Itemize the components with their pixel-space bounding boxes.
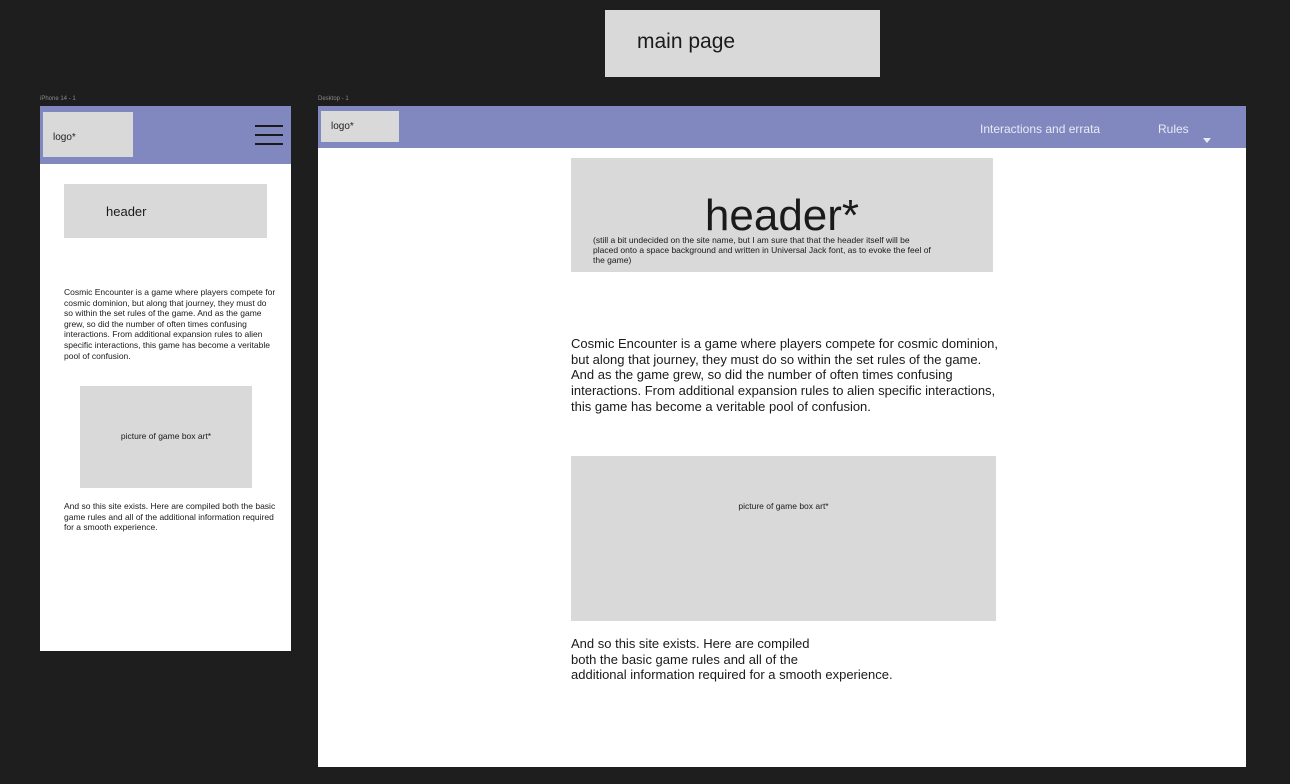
desktop-header-title: header* [704, 191, 860, 240]
desktop-box-art-label: picture of game box art* [738, 501, 829, 511]
phone-intro-text: Cosmic Encounter is a game where players… [64, 287, 276, 361]
phone-frame-label[interactable]: iPhone 14 - 1 [40, 96, 76, 102]
phone-outro-text: And so this site exists. Here are compil… [64, 501, 276, 533]
desktop-frame-label[interactable]: Desktop - 1 [318, 96, 349, 102]
desktop-logo-label: logo* [331, 121, 354, 132]
nav-link-interactions[interactable]: Interactions and errata [980, 122, 1100, 136]
phone-logo[interactable]: logo* [43, 112, 133, 157]
desktop-frame[interactable]: logo* Interactions and errata Rules head… [318, 106, 1246, 767]
desktop-outro-line: And so this site exists. Here are compil… [571, 636, 810, 651]
desktop-navbar: logo* Interactions and errata Rules [318, 106, 1246, 148]
page-title-box: main page [605, 10, 880, 77]
page-title: main page [637, 30, 736, 53]
desktop-outro-line: additional information required for a sm… [571, 667, 893, 683]
phone-header-placeholder: header [64, 184, 267, 238]
caret-down-icon[interactable] [1203, 138, 1211, 143]
desktop-box-art-placeholder: picture of game box art* [571, 456, 996, 621]
design-canvas: main page iPhone 14 - 1 Desktop - 1 logo… [0, 0, 1290, 784]
hamburger-menu-icon[interactable] [255, 125, 283, 145]
desktop-logo[interactable]: logo* [321, 111, 399, 142]
phone-box-art-placeholder: picture of game box art* [80, 386, 252, 488]
desktop-header-placeholder: header* (still a bit undecided on the si… [571, 158, 993, 272]
nav-link-rules[interactable]: Rules [1158, 122, 1189, 136]
desktop-outro-line: both the basic game rules and all of the [571, 651, 798, 667]
phone-box-art-label: picture of game box art* [120, 431, 212, 441]
desktop-intro-text: Cosmic Encounter is a game where players… [571, 336, 999, 414]
desktop-outro-text: And so this site exists. Here are compil… [571, 636, 991, 683]
phone-logo-label: logo* [53, 132, 76, 143]
phone-navbar: logo* [40, 106, 291, 164]
desktop-header-note: (still a bit undecided on the site name,… [593, 235, 931, 265]
phone-header-label: header [106, 204, 147, 219]
phone-frame[interactable]: logo* header Cosmic Encounter is a game … [40, 106, 291, 651]
